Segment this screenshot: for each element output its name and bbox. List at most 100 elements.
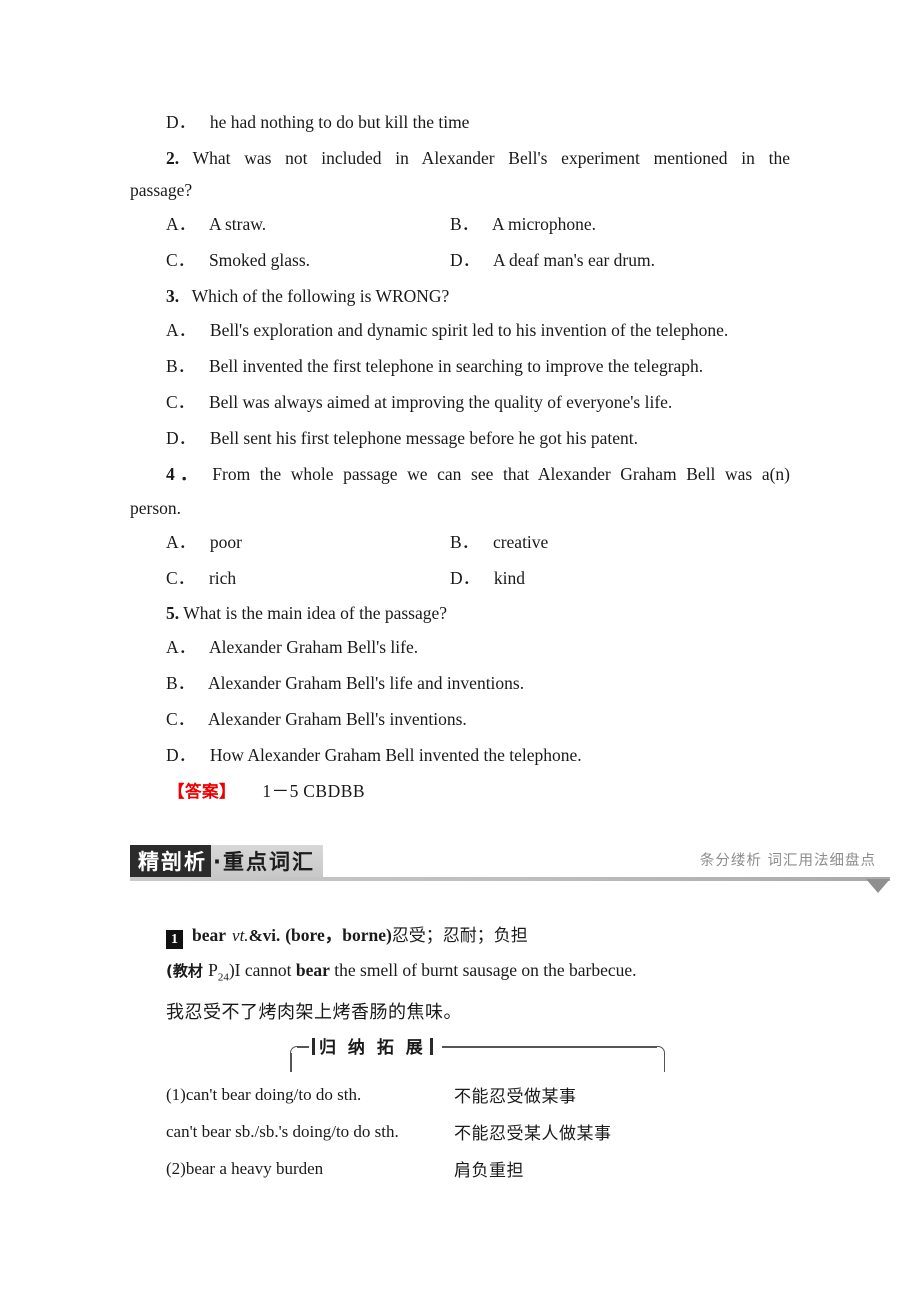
headword: bear	[192, 925, 227, 945]
question-stem: 2. What was not included in Alexander Be…	[166, 148, 790, 168]
phrase-chinese: 不能忍受做某事	[454, 1087, 577, 1107]
option-letter: C．	[166, 250, 196, 270]
question-stem: 4． From the whole passage we can see tha…	[166, 464, 790, 484]
phrase-english: can't bear sb./sb.'s doing/to do sth.	[166, 1121, 399, 1141]
option-text: How Alexander Graham Bell invented the t…	[209, 745, 582, 765]
phrase-chinese: 不能忍受某人做某事	[454, 1124, 612, 1144]
option-letter: A．	[166, 214, 197, 234]
document-page: D． he had nothing to do but kill the tim…	[0, 0, 920, 1302]
box-border-right	[663, 1053, 665, 1072]
verb-forms: (bore，borne)	[285, 925, 392, 945]
option-text: A deaf man's ear drum.	[492, 250, 655, 270]
option-line: A． Alexander Graham Bell's life.	[166, 637, 418, 658]
answer-keys: CBDBB	[303, 781, 366, 801]
option-text: Alexander Graham Bell's life.	[208, 637, 419, 657]
option-letter: D．	[166, 428, 197, 448]
option-text: Bell sent his first telephone message be…	[209, 428, 639, 448]
option-line: C． Smoked glass.	[166, 250, 310, 271]
headword-meanings: 忍受；忍耐；负担	[391, 926, 528, 946]
question-stem-text: What is the main idea of the passage?	[183, 603, 448, 623]
option-line: C． Bell was always aimed at improving th…	[166, 392, 672, 413]
option-text: rich	[208, 568, 237, 588]
expansion-box-title: 归 纳 拓 展	[319, 1038, 426, 1058]
option-line: D． A deaf man's ear drum.	[450, 250, 655, 271]
option-letter: D．	[166, 112, 197, 132]
option-text: Alexander Graham Bell's inventions.	[207, 709, 467, 729]
table-row: (2)bear a heavy burden 肩负重担	[166, 1150, 726, 1187]
option-letter: C．	[166, 709, 196, 729]
example-text-pre: I cannot	[234, 960, 296, 980]
option-line: D． he had nothing to do but kill the tim…	[166, 112, 469, 133]
option-letter: A．	[166, 320, 197, 340]
stem-continuation-text: person.	[130, 498, 182, 518]
question-number: 5.	[166, 603, 180, 623]
question-stem: 3. Which of the following is WRONG?	[166, 286, 449, 307]
answer-label: 【答案】	[168, 782, 236, 801]
question-number: 2.	[166, 148, 180, 168]
title-bar-left-icon	[312, 1038, 315, 1055]
stem-continuation-text: passage?	[130, 180, 193, 200]
option-line: C． rich	[166, 568, 236, 589]
answer-line: 【答案】 1－5 CBDBB	[168, 778, 365, 803]
option-text: A straw.	[208, 214, 267, 234]
option-text: Bell was always aimed at improving the q…	[208, 392, 673, 412]
question-stem-continuation: passage?	[130, 180, 192, 201]
example-source-prefix: (教材	[166, 962, 209, 980]
question-stem-text: From the whole passage we can see that A…	[212, 464, 790, 484]
section-banner-subtitle: 条分缕析 词汇用法细盘点	[699, 853, 876, 869]
option-text: kind	[493, 568, 526, 588]
table-row: (1)can't bear doing/to do sth. 不能忍受做某事	[166, 1076, 726, 1113]
example-source-page-number: 24	[217, 971, 229, 984]
triangle-marker-icon	[866, 879, 890, 893]
expansion-box-frame: 归 纳 拓 展	[290, 1038, 665, 1072]
option-line: D． How Alexander Graham Bell invented th…	[166, 745, 582, 766]
table-row: can't bear sb./sb.'s doing/to do sth. 不能…	[166, 1113, 726, 1150]
question-stem-continuation: person.	[130, 498, 181, 519]
entry-number-badge: 1	[166, 930, 183, 949]
question-stem-text: What was not included in Alexander Bell'…	[192, 148, 790, 168]
option-letter: A．	[166, 532, 197, 552]
expansion-box-title-group: 归 纳 拓 展	[308, 1033, 437, 1058]
option-line: B． creative	[450, 532, 548, 553]
example-translation: 我忍受不了烤肉架上烤香肠的焦味。	[166, 1002, 462, 1023]
option-line: B． A microphone.	[450, 214, 596, 235]
part-of-speech-italic: vt.	[232, 926, 249, 945]
option-text: A microphone.	[491, 214, 596, 234]
option-letter: C．	[166, 568, 196, 588]
option-text: Bell's exploration and dynamic spirit le…	[209, 320, 729, 340]
box-border-left	[290, 1053, 292, 1072]
option-letter: A．	[166, 637, 197, 657]
part-of-speech-bold: &vi.	[248, 926, 281, 945]
option-letter: B．	[450, 214, 480, 234]
example-keyword: bear	[295, 960, 330, 980]
question-number: 4．	[166, 464, 203, 484]
phrase-english: (2)bear a heavy burden	[166, 1158, 324, 1178]
option-letter: D．	[166, 745, 197, 765]
option-line: A． poor	[166, 532, 242, 553]
section-banner-dark-text: 精剖析	[130, 845, 211, 877]
question-number: 3.	[166, 286, 180, 306]
option-line: A． A straw.	[166, 214, 266, 235]
option-letter: B．	[166, 673, 196, 693]
answer-range: 1－5	[262, 781, 299, 801]
question-stem-text: Which of the following is WRONG?	[191, 286, 450, 306]
example-source-page: P	[208, 960, 218, 980]
option-text: Smoked glass.	[208, 250, 311, 270]
question-stem: 5. What is the main idea of the passage?	[166, 603, 447, 624]
vocab-entry-headword-line: 1 bear vt. &vi. (bore，borne) 忍受；忍耐；负担	[166, 921, 528, 949]
title-bar-right-icon	[429, 1038, 433, 1055]
option-line: D． kind	[450, 568, 525, 589]
option-letter: B．	[450, 532, 480, 552]
section-banner-rule	[130, 877, 890, 881]
option-letter: B．	[166, 356, 196, 376]
option-letter: C．	[166, 392, 196, 412]
option-line: C． Alexander Graham Bell's inventions.	[166, 709, 467, 730]
option-line: B． Bell invented the first telephone in …	[166, 356, 703, 377]
option-text: Alexander Graham Bell's life and inventi…	[207, 673, 525, 693]
option-text: he had nothing to do but kill the time	[209, 112, 470, 132]
phrase-chinese: 肩负重担	[454, 1161, 524, 1181]
option-line: A． Bell's exploration and dynamic spirit…	[166, 320, 728, 341]
phrase-english: (1)can't bear doing/to do sth.	[166, 1084, 362, 1104]
section-banner-title: 精剖析 ·重点词汇	[130, 845, 323, 877]
option-letter: D．	[450, 568, 481, 588]
